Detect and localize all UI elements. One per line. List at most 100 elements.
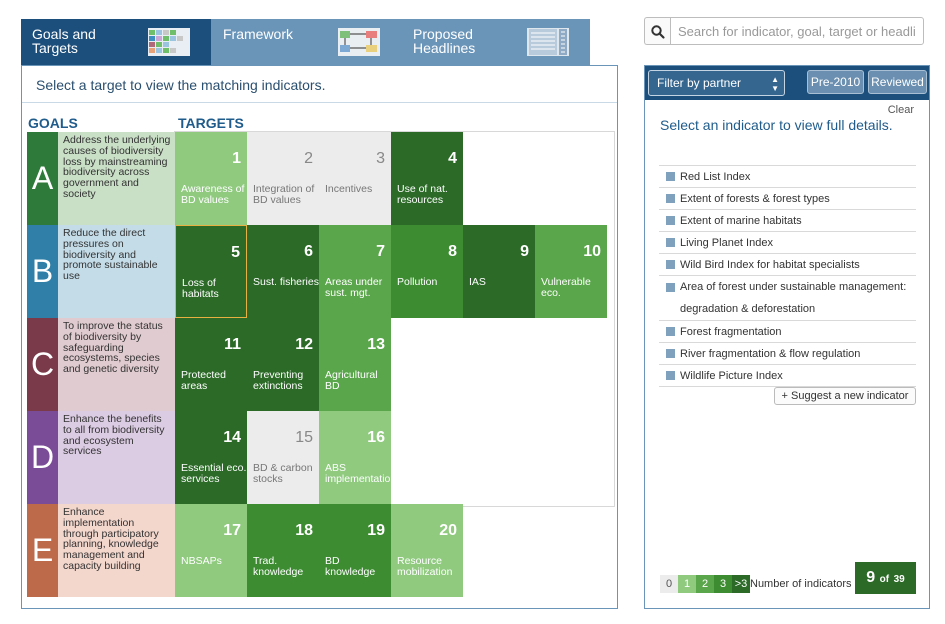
indicator-count-total: 39	[893, 574, 905, 585]
goal-letter-a: A	[27, 132, 58, 225]
indicator-count-badge: 9 of 39	[855, 562, 916, 594]
target-number: 9	[520, 243, 529, 260]
target-number: 2	[304, 150, 313, 167]
tab-proposed-headlines[interactable]: Proposed Headlines	[401, 19, 590, 65]
indicator-bullet-icon	[666, 238, 675, 247]
target-cell-17[interactable]: 17 NBSAPs	[175, 504, 247, 597]
target-cell-13[interactable]: 13 Agricultural BD	[319, 318, 391, 411]
target-cell-2[interactable]: 2 Integration of BD values	[247, 132, 319, 225]
target-label: Preventing extinctions	[253, 369, 304, 392]
target-cell-18[interactable]: 18 Trad. knowledge	[247, 504, 319, 597]
indicator-item[interactable]: Area of forest under sustainable managem…	[659, 276, 916, 321]
target-cell-20[interactable]: 20 Resource mobilization	[391, 504, 463, 597]
reviewed-button[interactable]: Reviewed	[868, 70, 927, 94]
indicator-item[interactable]: Forest fragmentation	[659, 321, 916, 343]
target-number: 7	[376, 243, 385, 260]
indicator-bullet-icon	[666, 349, 675, 358]
indicator-item[interactable]: Living Planet Index	[659, 232, 916, 254]
indicator-item[interactable]: Extent of marine habitats	[659, 210, 916, 232]
target-cell-3[interactable]: 3 Incentives	[319, 132, 391, 225]
legend-swatch: 1	[678, 575, 696, 593]
goal-letter-b: B	[27, 225, 58, 318]
filter-by-partner-select[interactable]: Filter by partner ▲ ▼	[648, 70, 785, 96]
target-cell-15[interactable]: 15 BD & carbon stocks	[247, 411, 319, 504]
indicator-search	[644, 17, 924, 45]
indicator-name: Extent of forests & forest types	[680, 193, 830, 205]
legend-swatch: 2	[696, 575, 714, 593]
indicator-name: Living Planet Index	[680, 237, 773, 249]
goal-description-d: Enhance the benefits to all from biodive…	[58, 411, 175, 504]
suggest-indicator-button[interactable]: + Suggest a new indicator	[774, 387, 916, 405]
target-cell-14[interactable]: 14 Essential eco. services	[175, 411, 247, 504]
indicators-panel: Filter by partner ▲ ▼ Pre-2010 Reviewed C…	[644, 65, 930, 609]
target-number: 12	[295, 336, 313, 353]
indicator-item[interactable]: Red List Index	[659, 166, 916, 188]
pre-2010-button[interactable]: Pre-2010	[807, 70, 864, 94]
target-cell-16[interactable]: 16 ABS implementation	[319, 411, 391, 504]
legend-swatch: 3	[714, 575, 732, 593]
target-label: BD knowledge	[325, 555, 376, 578]
select-arrows-icon: ▲ ▼	[771, 75, 779, 93]
tab-framework[interactable]: Framework	[211, 19, 401, 65]
indicator-bullet-icon	[666, 371, 675, 380]
target-label: Pollution	[397, 276, 438, 288]
target-number: 5	[231, 244, 240, 261]
target-label: ABS implementation	[325, 462, 391, 485]
indicator-bullet-icon	[666, 216, 675, 225]
indicator-count-legend: 0 1 2 3 >3	[660, 575, 750, 593]
target-label: Incentives	[325, 183, 373, 195]
tab-bar: Goals and Targets Framework Proposed Hea…	[21, 19, 590, 65]
target-cell-11[interactable]: 11 Protected areas	[175, 318, 247, 411]
goal-description-b: Reduce the direct pressures on biodivers…	[58, 225, 175, 318]
indicator-name: Red List Index	[680, 171, 751, 183]
goal-letter-e: E	[27, 504, 58, 597]
indicator-bullet-icon	[666, 260, 675, 269]
tab-goals-and-targets[interactable]: Goals and Targets	[21, 19, 211, 65]
search-input[interactable]	[670, 17, 924, 45]
target-label: Essential eco. services	[181, 462, 247, 485]
target-number: 10	[583, 243, 601, 260]
goals-grid-thumbnail-icon	[148, 28, 190, 56]
target-number: 1	[232, 150, 241, 167]
target-cell-9[interactable]: 9 IAS	[463, 225, 535, 318]
indicator-item[interactable]: Extent of forests & forest types	[659, 188, 916, 210]
target-label: NBSAPs	[181, 555, 222, 567]
target-cell-4[interactable]: 4 Use of nat. resources	[391, 132, 463, 225]
target-cell-19[interactable]: 19 BD knowledge	[319, 504, 391, 597]
indicator-item[interactable]: Wild Bird Index for habitat specialists	[659, 254, 916, 276]
search-button[interactable]	[644, 17, 670, 45]
target-cell-1[interactable]: 1 Awareness of BD values	[175, 132, 247, 225]
indicator-item[interactable]: Wildlife Picture Index	[659, 365, 916, 387]
goals-column-header: GOALS	[28, 115, 78, 131]
clear-link[interactable]: Clear	[888, 104, 914, 116]
indicator-name: Forest fragmentation	[680, 326, 782, 338]
target-cell-5[interactable]: 5 Loss of habitats	[175, 225, 247, 318]
indicator-bullet-icon	[666, 327, 675, 336]
target-cell-8[interactable]: 8 Pollution	[391, 225, 463, 318]
target-number: 19	[367, 522, 385, 539]
target-number: 15	[295, 429, 313, 446]
target-label: Resource mobilization	[397, 555, 453, 578]
target-number: 18	[295, 522, 313, 539]
target-label: Sust. fisheries	[253, 276, 319, 288]
indicator-list: Red List Index Extent of forests & forest…	[659, 165, 916, 387]
goal-description-c: To improve the status of biodiversity by…	[58, 318, 175, 411]
target-label: Protected areas	[181, 369, 226, 392]
target-cell-10[interactable]: 10 Vulnerable eco.	[535, 225, 607, 318]
target-cell-12[interactable]: 12 Preventing extinctions	[247, 318, 319, 411]
target-number: 14	[223, 429, 241, 446]
target-label: Trad. knowledge	[253, 555, 304, 578]
goal-description-a: Address the underlying causes of biodive…	[58, 132, 175, 225]
indicator-name: Wildlife Picture Index	[680, 370, 783, 382]
target-cell-6[interactable]: 6 Sust. fisheries	[247, 225, 319, 318]
target-number: 13	[367, 336, 385, 353]
goal-letter-c: C	[27, 318, 58, 411]
tab-framework-label: Framework	[223, 26, 294, 42]
tab-goals-label: Goals and Targets	[32, 26, 96, 56]
target-cell-7[interactable]: 7 Areas under sust. mgt.	[319, 225, 391, 318]
indicator-item[interactable]: River fragmentation & flow regulation	[659, 343, 916, 365]
indicator-name: River fragmentation & flow regulation	[680, 348, 861, 360]
legend-swatch: 0	[660, 575, 678, 593]
goal-description-e: Enhance implementation through participa…	[58, 504, 175, 597]
target-label: Loss of habitats	[182, 277, 219, 300]
